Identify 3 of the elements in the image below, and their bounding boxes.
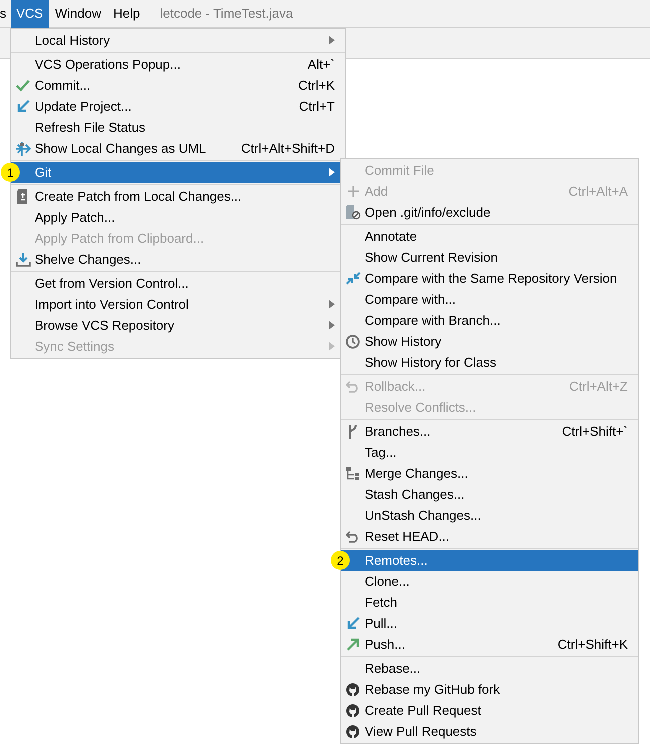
step-badge: 1 <box>1 163 20 182</box>
window-title: letcode - TimeTest.java <box>160 6 294 21</box>
step-badge: 2 <box>331 551 350 570</box>
